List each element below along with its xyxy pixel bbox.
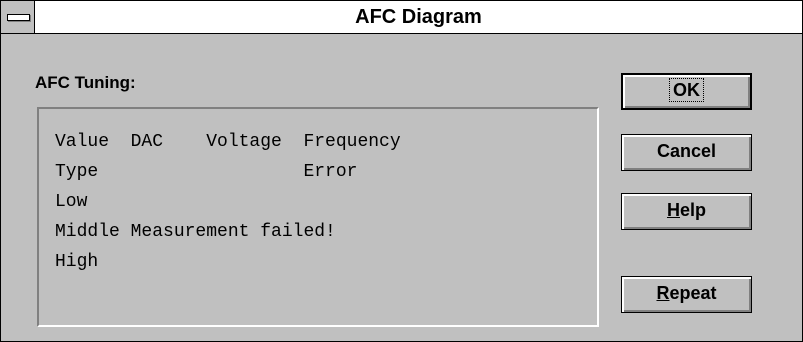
repeat-button-mnemonic: R — [656, 283, 670, 303]
system-menu-button[interactable] — [1, 1, 35, 33]
output-line-type: Type Error — [55, 162, 358, 182]
ok-button[interactable]: OK — [621, 73, 752, 110]
ok-button-label: OK — [669, 78, 704, 102]
help-button[interactable]: Help — [621, 193, 752, 230]
cancel-button-label: Cancel — [656, 141, 717, 161]
output-line-middle: Middle Measurement failed! — [55, 222, 336, 242]
window-title: AFC Diagram — [355, 6, 482, 28]
afc-tuning-label: AFC Tuning: — [35, 73, 136, 92]
repeat-button-label-rest: epeat — [669, 283, 717, 303]
help-button-label-rest: elp — [679, 200, 706, 220]
repeat-button[interactable]: Repeat — [621, 276, 752, 313]
output-line-low: Low — [55, 192, 88, 212]
title-bar[interactable]: AFC Diagram — [1, 1, 802, 34]
output-line-header: Value DAC Voltage Frequency — [55, 132, 401, 152]
cancel-button[interactable]: Cancel — [621, 134, 752, 171]
help-button-mnemonic: H — [666, 200, 680, 220]
output-line-high: High — [55, 252, 99, 272]
afc-diagram-dialog: AFC Diagram AFC Tuning: Value DAC Voltag… — [0, 0, 803, 342]
help-button-label: Help — [667, 200, 706, 220]
system-menu-icon — [7, 14, 30, 21]
repeat-button-label: Repeat — [656, 283, 716, 303]
